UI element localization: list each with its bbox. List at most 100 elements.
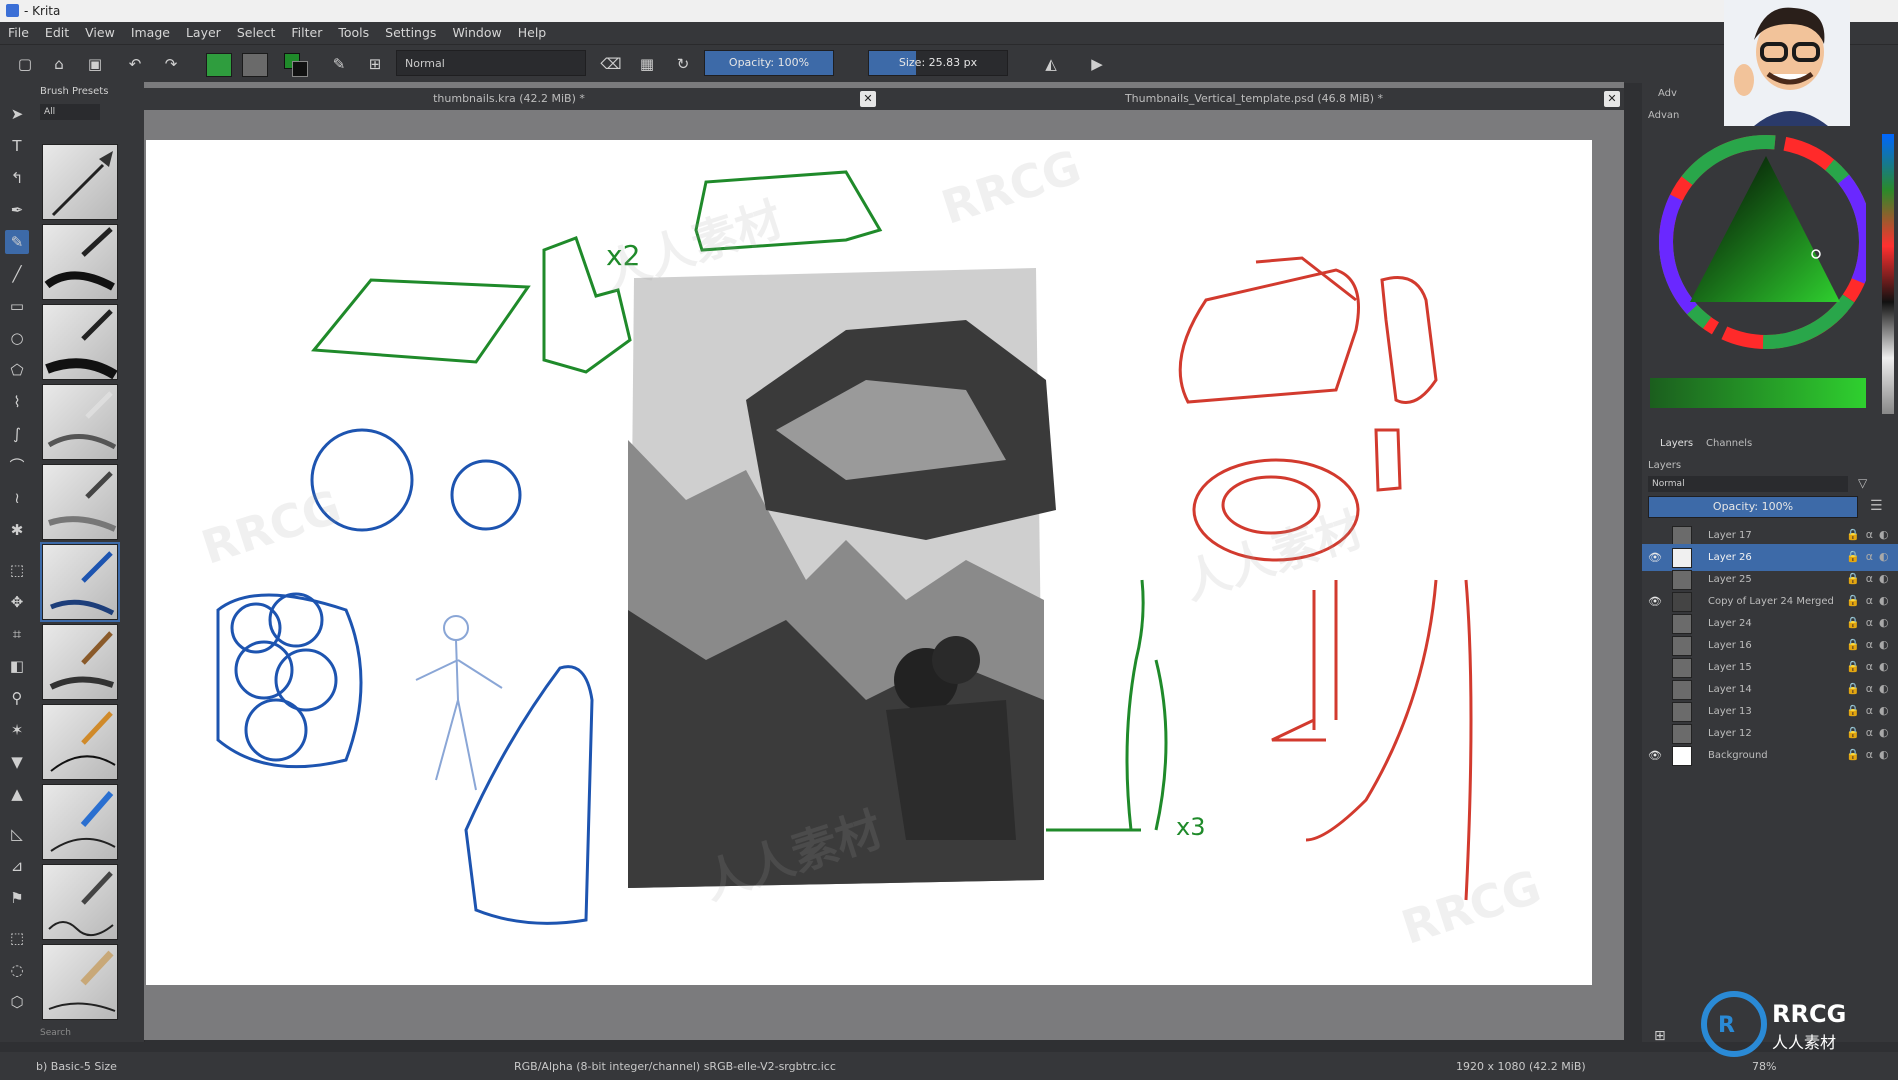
calligraphy-tool-icon[interactable]: ✒: [5, 198, 29, 222]
gradient-tool-icon[interactable]: ◧: [5, 654, 29, 678]
visibility-eye-icon[interactable]: [1648, 727, 1662, 741]
freehand-path-tool-icon[interactable]: ⌒: [5, 454, 29, 478]
opacity-slider[interactable]: Opacity: 100%: [704, 50, 834, 76]
brush-preset-2[interactable]: [42, 224, 118, 300]
visibility-eye-icon[interactable]: [1648, 529, 1662, 543]
close-tab-icon[interactable]: ✕: [1604, 91, 1620, 107]
polygon-tool-icon[interactable]: ⬠: [5, 358, 29, 382]
menu-image[interactable]: Image: [123, 22, 178, 40]
brush-preset-5[interactable]: [42, 464, 118, 540]
layer-lock-alpha-icons[interactable]: 🔒α◐: [1846, 726, 1895, 739]
layer-lock-alpha-icons[interactable]: 🔒α◐: [1846, 638, 1895, 651]
text-tool-icon[interactable]: T: [5, 134, 29, 158]
brush-preset-8[interactable]: [42, 704, 118, 780]
polyline-tool-icon[interactable]: ⌇: [5, 390, 29, 414]
freehand-brush-tool-icon[interactable]: ✎: [5, 230, 29, 254]
measure-tool-icon[interactable]: ⊿: [5, 854, 29, 878]
menu-layer[interactable]: Layer: [178, 22, 229, 40]
visibility-eye-icon[interactable]: 👁: [1648, 551, 1662, 565]
blend-mode-select[interactable]: Normal: [396, 50, 586, 76]
select-shapes-tool-icon[interactable]: ➤: [5, 102, 29, 126]
menu-select[interactable]: Select: [229, 22, 284, 40]
multibrush-tool-icon[interactable]: ✱: [5, 518, 29, 542]
redo-icon[interactable]: ↷: [160, 53, 182, 75]
mirror-horizontal-icon[interactable]: ◭: [1040, 53, 1062, 75]
color-history-strip[interactable]: [1650, 378, 1866, 408]
menu-settings[interactable]: Settings: [377, 22, 444, 40]
color-sampler-tool-icon[interactable]: ⚲: [5, 686, 29, 710]
save-icon[interactable]: ▣: [84, 53, 106, 75]
brush-tag-filter[interactable]: All: [40, 104, 100, 120]
background-color[interactable]: [292, 61, 308, 77]
undo-icon[interactable]: ↶: [124, 53, 146, 75]
canvas-document[interactable]: x2 x3: [146, 140, 1592, 985]
layer-blend-mode-select[interactable]: Normal: [1648, 476, 1848, 492]
layer-lock-alpha-icons[interactable]: 🔒α◐: [1846, 704, 1895, 717]
new-document-icon[interactable]: ▢: [14, 53, 36, 75]
polygon-select-tool-icon[interactable]: ⬡: [5, 990, 29, 1014]
open-folder-icon[interactable]: ⌂: [48, 53, 70, 75]
layer-lock-alpha-icons[interactable]: 🔒α◐: [1846, 748, 1895, 761]
brush-preset-6-selected[interactable]: [40, 542, 120, 622]
visibility-eye-icon[interactable]: [1648, 573, 1662, 587]
rectangle-tool-icon[interactable]: ▭: [5, 294, 29, 318]
visibility-eye-icon[interactable]: 👁: [1648, 749, 1662, 763]
brush-settings-icon[interactable]: ⊞: [364, 53, 386, 75]
brush-preset-11[interactable]: [42, 944, 118, 1020]
reload-preset-icon[interactable]: ↻: [672, 53, 694, 75]
dynamic-brush-tool-icon[interactable]: ≀: [5, 486, 29, 510]
layer-lock-alpha-icons[interactable]: 🔒α◐: [1846, 616, 1895, 629]
add-layer-icon[interactable]: ⊞: [1654, 1028, 1666, 1044]
advanced-color-tab[interactable]: Adv: [1658, 88, 1677, 99]
layer-lock-alpha-icons[interactable]: 🔒α◐: [1846, 682, 1895, 695]
menu-file[interactable]: File: [0, 22, 37, 40]
brush-preset-10[interactable]: [42, 864, 118, 940]
ellipse-tool-icon[interactable]: ○: [5, 326, 29, 350]
layer-lock-alpha-icons[interactable]: 🔒α◐: [1846, 660, 1895, 673]
preserve-alpha-icon[interactable]: ▦: [636, 53, 658, 75]
visibility-eye-icon[interactable]: 👁: [1648, 595, 1662, 609]
ellipse-select-tool-icon[interactable]: ◌: [5, 958, 29, 982]
brush-preset-7[interactable]: [42, 624, 118, 700]
layer-lock-alpha-icons[interactable]: 🔒α◐: [1846, 550, 1895, 563]
menu-edit[interactable]: Edit: [37, 22, 77, 40]
brush-preset-4[interactable]: [42, 384, 118, 460]
pattern-swatch[interactable]: [242, 53, 268, 77]
reference-tool-icon[interactable]: ⚑: [5, 886, 29, 910]
color-swatch-column[interactable]: [1882, 134, 1894, 414]
brush-preset-icon[interactable]: ✎: [328, 53, 350, 75]
fill-tool-icon[interactable]: ▼: [5, 750, 29, 774]
assistant-tool-icon[interactable]: ◺: [5, 822, 29, 846]
tab-thumbnails-vertical-template[interactable]: Thumbnails_Vertical_template.psd (46.8 M…: [884, 88, 1624, 110]
move-tool-icon[interactable]: ✥: [5, 590, 29, 614]
status-zoom-level[interactable]: 78%: [1752, 1060, 1776, 1073]
visibility-eye-icon[interactable]: [1648, 661, 1662, 675]
visibility-eye-icon[interactable]: [1648, 639, 1662, 653]
menu-help[interactable]: Help: [510, 22, 555, 40]
visibility-eye-icon[interactable]: [1648, 705, 1662, 719]
mirror-vertical-icon[interactable]: ▶: [1086, 53, 1108, 75]
bezier-tool-icon[interactable]: ∫: [5, 422, 29, 446]
eraser-icon[interactable]: ⌫: [600, 53, 622, 75]
rect-select-tool-icon[interactable]: ⬚: [5, 926, 29, 950]
crop-tool-icon[interactable]: ⌗: [5, 622, 29, 646]
layer-lock-alpha-icons[interactable]: 🔒α◐: [1846, 528, 1895, 541]
gradient-swatch[interactable]: [206, 53, 232, 77]
transform-tool-icon[interactable]: ⬚: [5, 558, 29, 582]
edit-shapes-tool-icon[interactable]: ↰: [5, 166, 29, 190]
layer-lock-alpha-icons[interactable]: 🔒α◐: [1846, 594, 1895, 607]
color-selector-wheel[interactable]: [1650, 134, 1873, 374]
visibility-eye-icon[interactable]: [1648, 683, 1662, 697]
brush-preset-1[interactable]: [42, 144, 118, 220]
menu-tools[interactable]: Tools: [330, 22, 377, 40]
layer-properties-icon[interactable]: ☰: [1870, 498, 1888, 516]
channels-tab[interactable]: Channels: [1706, 438, 1752, 449]
size-slider[interactable]: Size: 25.83 px: [868, 50, 1008, 76]
smart-patch-tool-icon[interactable]: ✶: [5, 718, 29, 742]
layer-opacity-slider[interactable]: Opacity: 100%: [1648, 496, 1858, 518]
line-tool-icon[interactable]: ╱: [5, 262, 29, 286]
brush-preset-9[interactable]: [42, 784, 118, 860]
brush-search-placeholder[interactable]: Search: [40, 1028, 71, 1038]
brush-preset-3[interactable]: [42, 304, 118, 380]
layer-row[interactable]: 👁 Background 🔒α◐: [1642, 742, 1898, 769]
